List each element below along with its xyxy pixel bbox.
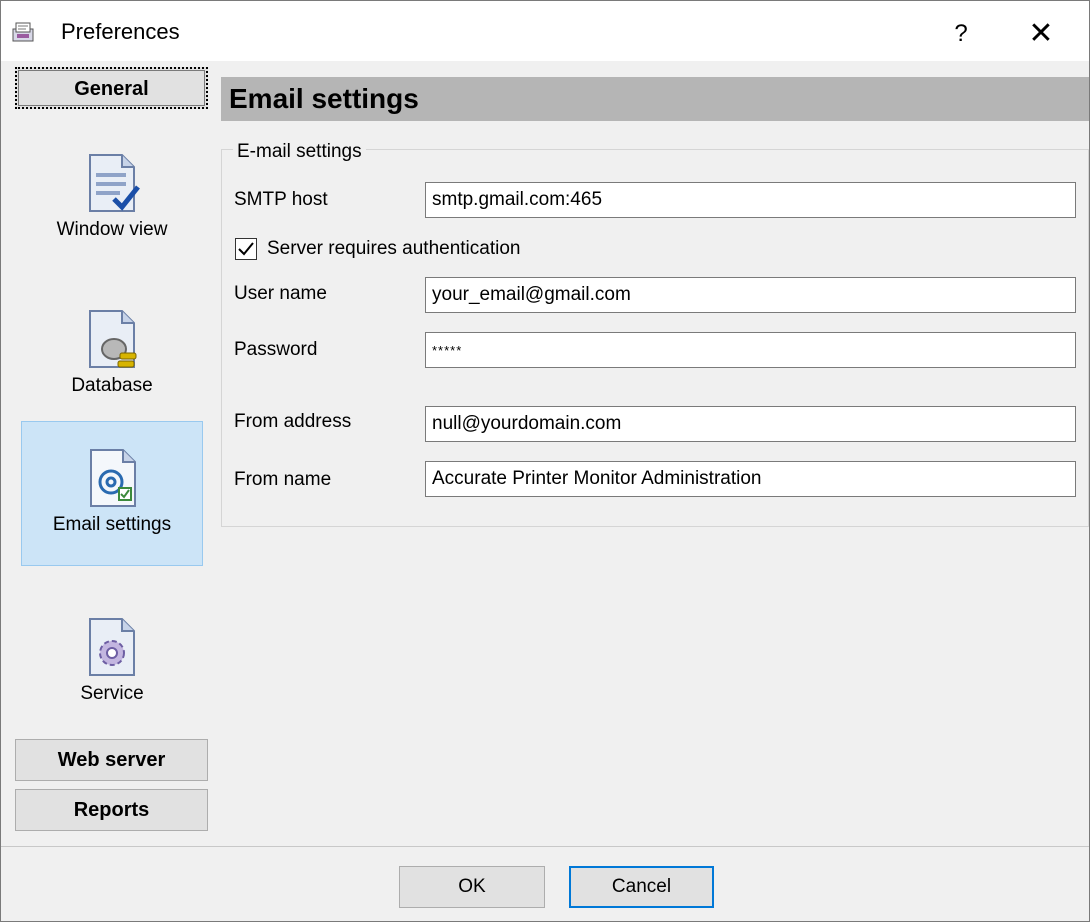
database-icon (89, 310, 137, 368)
auth-checkbox[interactable] (235, 238, 257, 260)
sidebar-group-general[interactable]: General (15, 67, 208, 109)
user-name-label: User name (234, 283, 327, 304)
service-gear-icon (89, 618, 135, 676)
sidebar-item-label: Database (71, 375, 153, 396)
sidebar-item-label: Email settings (52, 514, 172, 535)
preferences-dialog: Preferences ? ✕ General Window view Data… (0, 0, 1090, 922)
help-button[interactable]: ? (931, 9, 991, 59)
sidebar-item-service[interactable]: Service (21, 591, 203, 736)
from-address-label: From address (234, 411, 352, 432)
close-button[interactable]: ✕ (1011, 9, 1071, 59)
email-icon (90, 449, 136, 507)
page-title: Email settings (229, 83, 419, 114)
footer-divider (1, 846, 1089, 847)
app-icon (12, 22, 34, 42)
content-header: Email settings (221, 77, 1089, 121)
user-name-input[interactable] (425, 277, 1076, 313)
groupbox-title: E-mail settings (233, 141, 366, 163)
cancel-button[interactable]: Cancel (569, 866, 714, 908)
sidebar-group-reports[interactable]: Reports (15, 789, 208, 831)
sidebar-item-label: Service (80, 683, 144, 704)
title-bar: Preferences ? ✕ (1, 1, 1089, 61)
from-address-input[interactable] (425, 406, 1076, 442)
sidebar: General Window view Database Email setti… (1, 61, 216, 846)
from-name-label: From name (234, 469, 332, 490)
sidebar-item-window-view[interactable]: Window view (21, 127, 203, 272)
window-view-icon (89, 154, 140, 212)
auth-checkbox-label: Server requires authentication (267, 238, 521, 259)
sidebar-item-email-settings[interactable]: Email settings (21, 421, 203, 566)
window-title: Preferences (61, 19, 180, 44)
sidebar-item-database[interactable]: Database (21, 283, 203, 428)
checkmark-icon (238, 242, 254, 256)
sidebar-item-label: Window view (56, 219, 168, 240)
password-input[interactable] (425, 332, 1076, 368)
ok-button[interactable]: OK (399, 866, 545, 908)
smtp-host-input[interactable] (425, 182, 1076, 218)
smtp-host-label: SMTP host (234, 189, 328, 210)
password-label: Password (234, 339, 318, 360)
sidebar-group-web-server[interactable]: Web server (15, 739, 208, 781)
from-name-input[interactable] (425, 461, 1076, 497)
